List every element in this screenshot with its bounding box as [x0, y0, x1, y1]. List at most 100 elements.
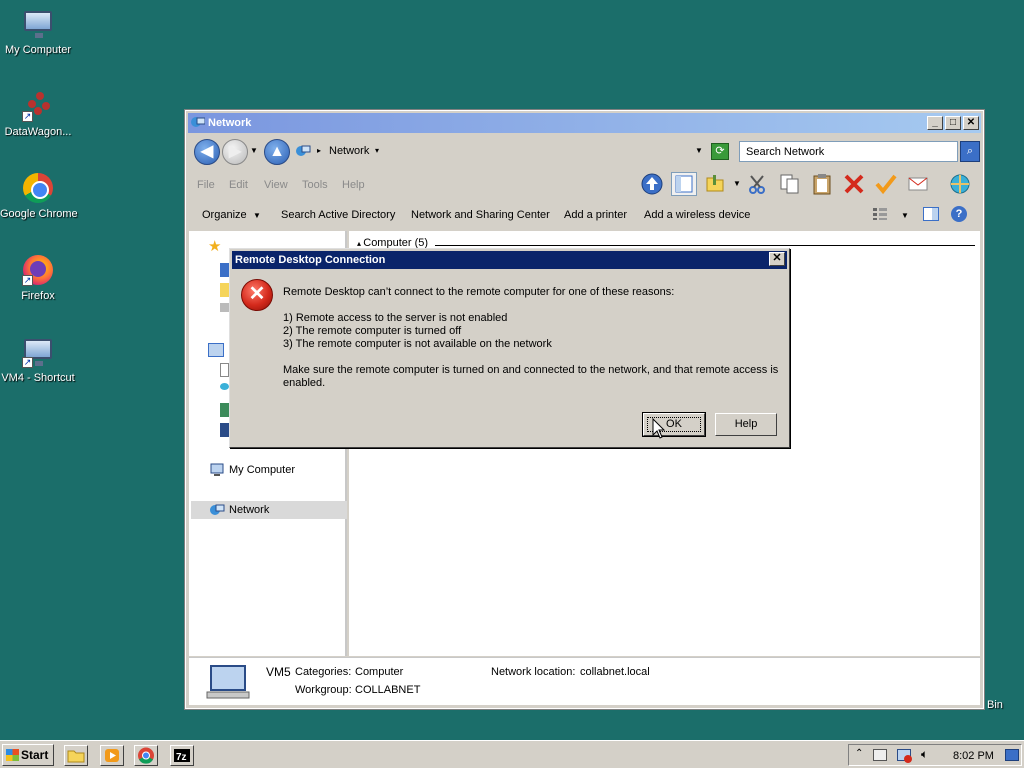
desktop-icon-firefox[interactable]: ↗ Firefox	[0, 254, 76, 302]
desktop-icon[interactable]	[220, 263, 229, 277]
up-folder-icon[interactable]	[639, 172, 665, 196]
network-icon	[210, 504, 225, 515]
recycle-bin-label[interactable]: Bin	[987, 699, 1003, 711]
add-wireless-device-button[interactable]: Add a wireless device	[644, 209, 750, 221]
nav-my-computer-label: My Computer	[229, 464, 296, 476]
pictures-icon[interactable]	[220, 403, 229, 417]
breadcrumb-separator[interactable]: ▸	[317, 146, 321, 155]
start-label: Start	[21, 748, 49, 762]
desktop-icon-my-computer[interactable]: My Computer	[0, 8, 76, 56]
details-workgroup-value: COLLABNET	[355, 684, 421, 696]
libraries-icon[interactable]	[208, 343, 224, 357]
address-field[interactable]: ▸ Network ▾ ▼	[293, 141, 707, 162]
computer-icon	[22, 8, 54, 40]
add-printer-button[interactable]: Add a printer	[564, 209, 627, 221]
window-title: Network	[208, 117, 252, 129]
recent-places-icon[interactable]	[220, 303, 229, 312]
address-dropdown-icon[interactable]: ▼	[695, 146, 703, 155]
address-text[interactable]: Network	[329, 145, 369, 157]
error-icon: ✕	[241, 279, 273, 311]
shortcut-arrow-icon: ↗	[22, 275, 33, 286]
menu-tools[interactable]: Tools	[302, 179, 328, 191]
refresh-button[interactable]: ⟳	[711, 143, 729, 160]
back-button[interactable]: ◀	[194, 139, 220, 165]
folder-options-dropdown-icon[interactable]: ▼	[733, 179, 741, 188]
music-icon[interactable]	[220, 383, 229, 390]
menu-file[interactable]: File	[197, 179, 215, 191]
search-input[interactable]: Search Network	[739, 141, 958, 162]
cut-icon[interactable]	[745, 172, 771, 196]
downloads-folder-icon[interactable]	[220, 283, 229, 297]
change-view-icon[interactable]	[872, 207, 888, 221]
view-dropdown-icon[interactable]: ▼	[901, 211, 909, 220]
rdp-error-dialog: Remote Desktop Connection ✕ ✕ Remote Des…	[229, 248, 790, 448]
network-icon	[296, 145, 311, 156]
search-button[interactable]: ⌕	[960, 141, 980, 162]
network-sharing-center-button[interactable]: Network and Sharing Center	[411, 209, 550, 221]
favorites-star-icon[interactable]: ★	[208, 239, 221, 254]
menu-view[interactable]: View	[264, 179, 288, 191]
clock[interactable]: 8:02 PM	[953, 750, 994, 762]
firefox-icon: ↗	[22, 254, 54, 286]
folders-pane-icon[interactable]	[671, 172, 697, 196]
details-workgroup-label: Workgroup:	[295, 684, 352, 696]
desktop-icon-label: Firefox	[21, 290, 55, 302]
folder-options-icon[interactable]	[703, 172, 729, 196]
network-globe-icon[interactable]	[947, 172, 973, 196]
mail-icon[interactable]	[905, 172, 931, 196]
history-dropdown-icon[interactable]: ▼	[250, 146, 258, 155]
forward-button[interactable]: ▶	[222, 139, 248, 165]
computer-large-icon	[206, 665, 250, 699]
remote-desktop-icon: ↗	[22, 336, 54, 368]
nav-my-computer[interactable]: My Computer	[209, 461, 347, 479]
group-divider	[435, 245, 975, 246]
dialog-advice-line-1: Make sure the remote computer is turned …	[283, 364, 779, 376]
chrome-icon	[22, 172, 54, 204]
network-warning-icon[interactable]	[897, 749, 912, 763]
quicklaunch-explorer[interactable]	[64, 745, 88, 766]
paste-icon[interactable]	[809, 172, 835, 196]
search-active-directory-button[interactable]: Search Active Directory	[281, 209, 395, 221]
volume-icon[interactable]: 🔈︎	[921, 747, 928, 762]
delete-icon[interactable]	[841, 172, 867, 196]
dialog-advice-line-2: enabled.	[283, 377, 326, 389]
server-manager-icon[interactable]	[873, 749, 887, 761]
breadcrumb-dropdown-icon[interactable]: ▾	[375, 146, 379, 155]
dialog-reason-1: 1) Remote access to the server is not en…	[283, 312, 508, 324]
desktop-icon-label: DataWagon...	[4, 126, 72, 138]
videos-icon[interactable]	[220, 423, 229, 437]
maximize-button[interactable]: □	[945, 116, 961, 130]
desktop-icon-vm4-shortcut[interactable]: ↗ VM4 - Shortcut	[0, 336, 76, 384]
help-icon[interactable]: ?	[951, 206, 967, 222]
up-button[interactable]: ▲	[264, 139, 290, 165]
start-button[interactable]: Start	[2, 744, 54, 766]
details-categories-value: Computer	[355, 666, 404, 678]
show-hidden-icons-icon[interactable]: ⌃	[855, 748, 863, 759]
copy-icon[interactable]	[777, 172, 803, 196]
menu-help[interactable]: Help	[342, 179, 365, 191]
dialog-titlebar[interactable]: Remote Desktop Connection ✕	[232, 251, 787, 269]
quicklaunch-media-player[interactable]	[100, 745, 124, 766]
documents-icon[interactable]	[220, 363, 229, 377]
details-categories-label: Categories:	[295, 666, 352, 678]
desktop-icon-datawagon[interactable]: ↗ DataWagon...	[0, 90, 76, 138]
network-icon	[191, 117, 205, 127]
properties-check-icon[interactable]	[873, 172, 899, 196]
menu-edit[interactable]: Edit	[229, 179, 248, 191]
help-button[interactable]: Help	[715, 413, 777, 436]
show-desktop-icon[interactable]	[1005, 749, 1019, 761]
nav-network[interactable]: Network	[191, 501, 347, 519]
organize-dropdown-icon[interactable]: ▼	[253, 211, 261, 220]
window-titlebar[interactable]: Network _ □ ✕	[188, 113, 981, 133]
desktop-icon-chrome[interactable]: Google Chrome	[0, 172, 78, 220]
svg-text:7z: 7z	[176, 752, 187, 763]
minimize-button[interactable]: _	[927, 116, 943, 130]
quicklaunch-7zip[interactable]: 7z	[170, 745, 194, 766]
quicklaunch-chrome[interactable]	[134, 745, 158, 766]
organize-button[interactable]: Organize	[202, 209, 247, 221]
close-button[interactable]: ✕	[963, 116, 979, 130]
dialog-close-button[interactable]: ✕	[769, 252, 785, 266]
preview-pane-icon[interactable]	[923, 207, 939, 221]
dialog-reason-2: 2) The remote computer is turned off	[283, 325, 462, 337]
taskbar: Start 7z ⌃ 🔈︎ 8:02 PM	[0, 740, 1024, 768]
